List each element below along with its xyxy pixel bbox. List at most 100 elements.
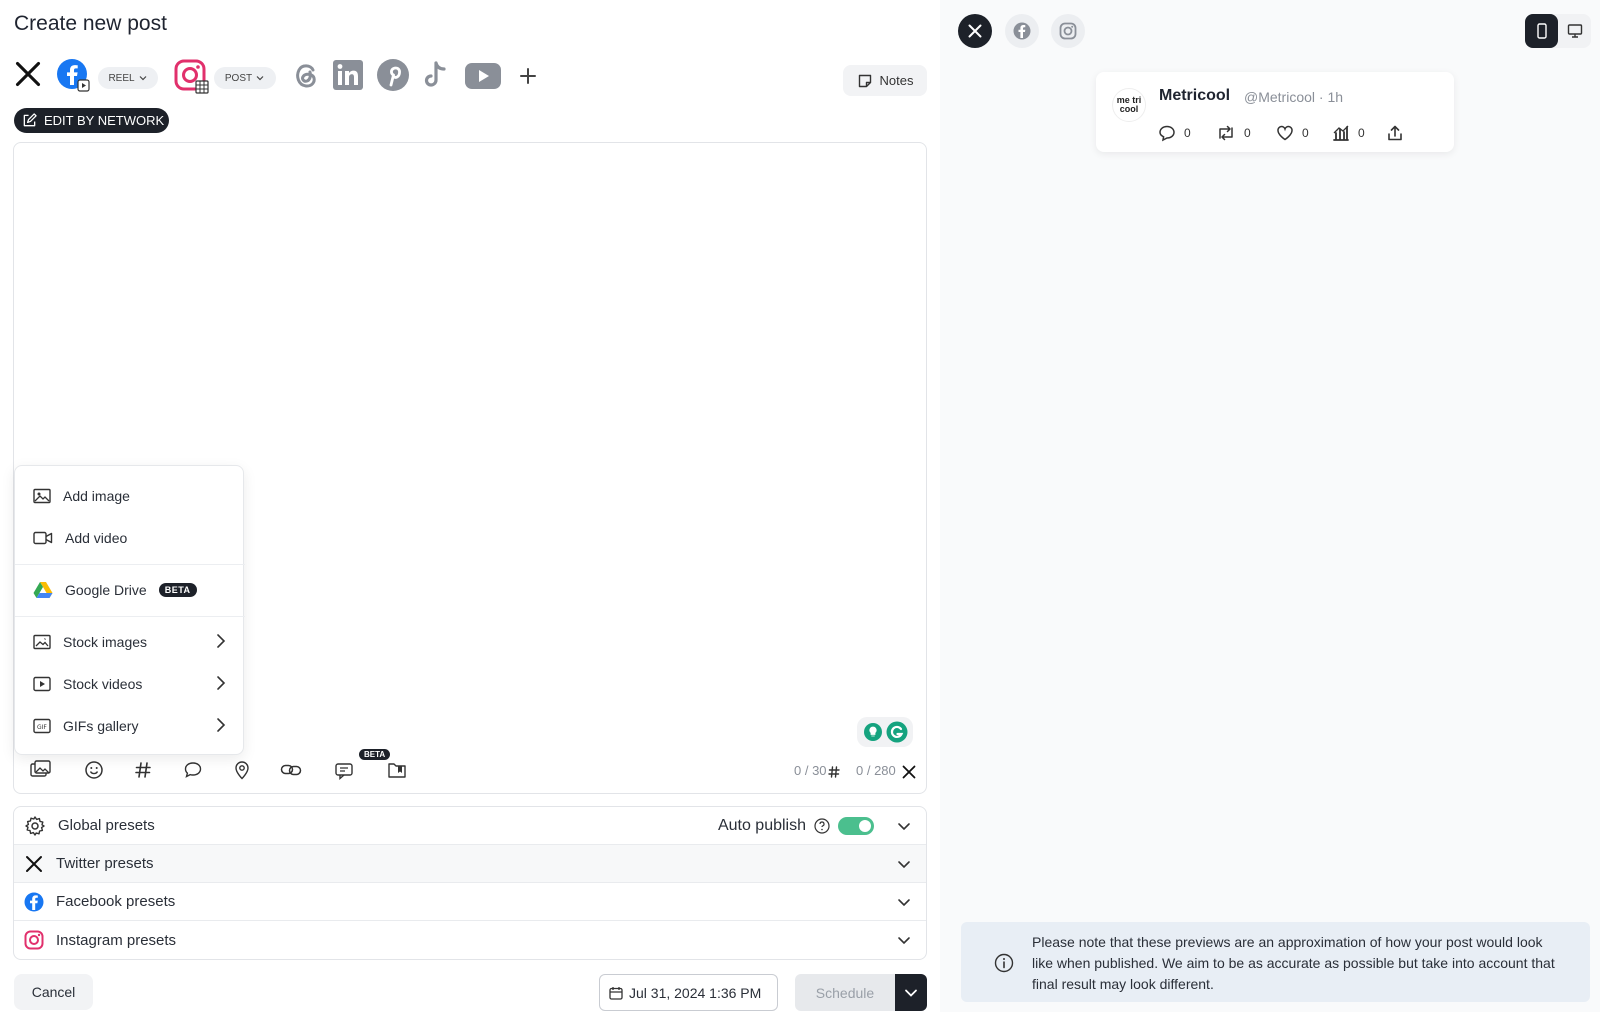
twitter-presets-row[interactable]: Twitter presets <box>14 845 926 883</box>
instagram-type-label: POST <box>224 72 253 84</box>
desktop-view-button[interactable] <box>1558 14 1591 48</box>
menu-item-stock-images[interactable]: Stock images <box>15 622 245 662</box>
media-button[interactable] <box>28 757 54 783</box>
instagram-icon <box>1059 22 1077 40</box>
svg-text:GIF: GIF <box>37 724 47 731</box>
ai-chat-icon <box>335 763 353 781</box>
date-picker-button[interactable]: Jul 31, 2024 1:36 PM <box>599 974 778 1011</box>
smiley-icon <box>85 761 103 779</box>
speech-bubble-icon <box>184 762 202 778</box>
analytics-icon <box>1333 125 1349 141</box>
preview-tab-facebook[interactable] <box>1005 14 1039 48</box>
retweets-count: 0 <box>1244 126 1251 140</box>
account-name: Metricool <box>1159 87 1231 104</box>
ai-assistant-button[interactable] <box>332 757 358 783</box>
preset-label: Instagram presets <box>56 931 177 949</box>
schedule-button[interactable]: Schedule <box>795 974 895 1011</box>
chevron-down-icon <box>256 76 264 81</box>
hashtag-counter: 0 / 30 <box>794 763 827 778</box>
edit-by-network-button[interactable]: EDIT BY NETWORK <box>14 108 169 133</box>
location-pin-icon <box>235 761 249 780</box>
hashtag-icon <box>135 762 151 778</box>
notes-button[interactable]: Notes <box>843 65 927 96</box>
linkedin-network-icon[interactable] <box>332 59 364 96</box>
character-counter: 0 / 280 <box>856 763 896 778</box>
facebook-icon <box>1013 22 1031 40</box>
hashtag-small-icon <box>828 766 840 778</box>
library-button[interactable] <box>384 757 410 783</box>
cancel-button[interactable]: Cancel <box>14 974 93 1010</box>
help-icon[interactable] <box>814 818 830 834</box>
editor-toolbar: BETA 0 / 30 0 / 280 <box>14 749 926 793</box>
instagram-presets-row[interactable]: Instagram presets <box>14 921 926 959</box>
link-icon <box>280 764 302 776</box>
retweet-icon <box>1219 125 1233 141</box>
instagram-network-icon[interactable] <box>174 59 210 100</box>
stock-image-icon <box>33 634 51 650</box>
share-metric <box>1386 124 1404 142</box>
chevron-down-icon <box>898 823 910 831</box>
comment-button[interactable] <box>180 757 206 783</box>
facebook-network-icon[interactable] <box>56 58 90 97</box>
menu-item-add-video[interactable]: Add video <box>15 518 245 558</box>
lightbulb-icon <box>863 723 882 741</box>
schedule-options-button[interactable] <box>895 974 927 1011</box>
facebook-presets-row[interactable]: Facebook presets <box>14 883 926 921</box>
menu-item-stock-videos[interactable]: Stock videos <box>15 664 245 704</box>
menu-item-label: Stock videos <box>63 676 143 692</box>
facebook-icon <box>24 892 44 911</box>
auto-publish-toggle[interactable] <box>838 817 874 835</box>
facebook-type-label: REEL <box>108 72 135 84</box>
account-handle: @Metricool · 1h <box>1244 89 1344 105</box>
menu-item-label: Google Drive <box>65 582 147 598</box>
mobile-icon <box>1536 23 1547 39</box>
composer-panel: Create new post REEL POST Notes EDIT BY … <box>0 0 940 1012</box>
link-shortener-button[interactable] <box>278 757 304 783</box>
menu-item-label: Add video <box>65 530 128 546</box>
preset-label: Facebook presets <box>56 893 176 910</box>
grammarly-widget[interactable] <box>857 717 913 747</box>
menu-item-gifs-gallery[interactable]: GIF GIFs gallery <box>15 706 245 746</box>
preview-tab-x[interactable] <box>958 14 992 48</box>
facebook-type-dropdown[interactable]: REEL <box>98 67 158 89</box>
menu-item-label: GIFs gallery <box>63 718 139 734</box>
video-icon <box>33 531 53 545</box>
replies-count: 0 <box>1184 126 1191 140</box>
pinterest-network-icon[interactable] <box>376 58 410 97</box>
likes-metric: 0 <box>1276 124 1309 142</box>
scheduled-date: Jul 31, 2024 1:36 PM <box>629 984 762 1001</box>
chevron-down-icon <box>139 76 146 81</box>
threads-network-icon[interactable] <box>290 59 322 96</box>
menu-item-add-image[interactable]: Add image <box>15 476 245 516</box>
global-presets-row[interactable]: Global presets Auto publish <box>14 807 926 845</box>
menu-item-google-drive[interactable]: Google Drive BETA <box>15 570 245 610</box>
preview-disclaimer: Please note that these previews are an a… <box>961 922 1590 1002</box>
gear-icon <box>25 815 45 836</box>
image-icon <box>33 488 51 504</box>
youtube-network-icon[interactable] <box>464 62 502 95</box>
preview-tab-instagram[interactable] <box>1051 14 1085 48</box>
add-network-button[interactable] <box>518 66 538 91</box>
mobile-view-button[interactable] <box>1525 14 1558 48</box>
views-count: 0 <box>1358 126 1365 140</box>
location-button[interactable] <box>229 757 255 783</box>
reply-icon <box>1159 125 1175 142</box>
x-small-icon <box>902 765 916 779</box>
preset-label: Global presets <box>58 817 155 834</box>
chevron-down-icon <box>905 989 917 997</box>
device-toggle <box>1525 14 1591 48</box>
instagram-type-dropdown[interactable]: POST <box>214 67 276 89</box>
presets-panel: Global presets Auto publish Twitter pres… <box>13 806 927 960</box>
tiktok-network-icon[interactable] <box>420 60 450 95</box>
auto-publish-label: Auto publish <box>717 817 806 834</box>
chevron-right-icon <box>217 634 226 648</box>
chevron-right-icon <box>217 718 226 732</box>
media-gallery-icon <box>30 760 51 777</box>
page-title: Create new post <box>14 12 167 35</box>
emoji-button[interactable] <box>81 757 107 783</box>
hashtag-button[interactable] <box>130 757 156 783</box>
gif-icon: GIF <box>33 718 51 734</box>
note-icon <box>858 74 871 87</box>
x-network-icon[interactable] <box>14 60 42 93</box>
account-avatar: me tri cool <box>1112 88 1146 122</box>
